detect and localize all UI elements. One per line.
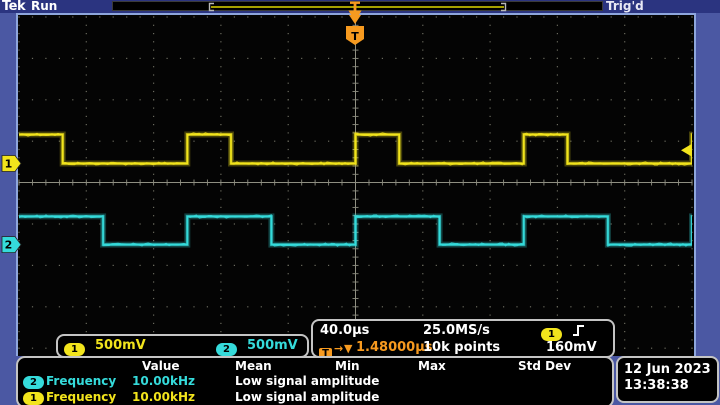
trigger-level-readout: 160mV (546, 340, 597, 355)
col-header-max: Max (418, 359, 446, 373)
acquisition-status: Run (31, 0, 57, 13)
top-status-bar: Tek Run Trig'd (0, 0, 720, 13)
trigger-status: Trig'd (606, 0, 644, 13)
oscilloscope-screen: Tek Run Trig'd 12T 1 500mV 2 500mV 40.0µ… (0, 0, 720, 405)
measurement-value: 10.00kHz (132, 374, 195, 388)
time-per-div: 40.0µs (320, 323, 369, 338)
trigger-arrow-icon: → (334, 342, 343, 355)
ch2-scale: 500mV (247, 338, 298, 353)
record-view-bar (112, 1, 603, 11)
measurement-table: Value Mean Min Max Std Dev 2 Frequency 1… (16, 356, 614, 405)
ch1-badge: 1 (64, 343, 85, 356)
graticule (16, 13, 696, 358)
measurement-name: Frequency (46, 390, 116, 404)
trigger-slope-icon (571, 323, 586, 338)
record-length: 10k points (423, 340, 500, 355)
measurement-note: Low signal amplitude (235, 390, 379, 404)
measurement-value: 10.00kHz (132, 390, 195, 404)
col-header-mean: Mean (235, 359, 272, 373)
sample-rate: 25.0MS/s (423, 323, 490, 338)
trigger-position-readout: 1.48000µs (356, 340, 433, 355)
time-label: 13:38:38 (618, 378, 717, 394)
measurement-name: Frequency (46, 374, 116, 388)
ch2-badge: 2 (23, 376, 44, 389)
trigger-triangle-icon: ▼ (344, 342, 352, 355)
channel-scale-readout: 1 500mV 2 500mV (56, 334, 309, 358)
col-header-value: Value (142, 359, 180, 373)
col-header-stddev: Std Dev (518, 359, 571, 373)
svg-text:1: 1 (5, 158, 13, 171)
measurement-note: Low signal amplitude (235, 374, 379, 388)
datetime-box: 12 Jun 2023 13:38:38 (616, 356, 719, 403)
ch1-badge: 1 (23, 392, 44, 405)
date-label: 12 Jun 2023 (618, 362, 717, 378)
horizontal-trigger-readout: 40.0µs 25.0MS/s 1 T → ▼ 1.48000µs 10k po… (311, 319, 615, 358)
svg-text:2: 2 (5, 239, 13, 252)
col-header-min: Min (335, 359, 360, 373)
brand-logo: Tek (2, 0, 25, 14)
ch2-badge: 2 (216, 343, 237, 356)
ch1-scale: 500mV (95, 338, 146, 353)
